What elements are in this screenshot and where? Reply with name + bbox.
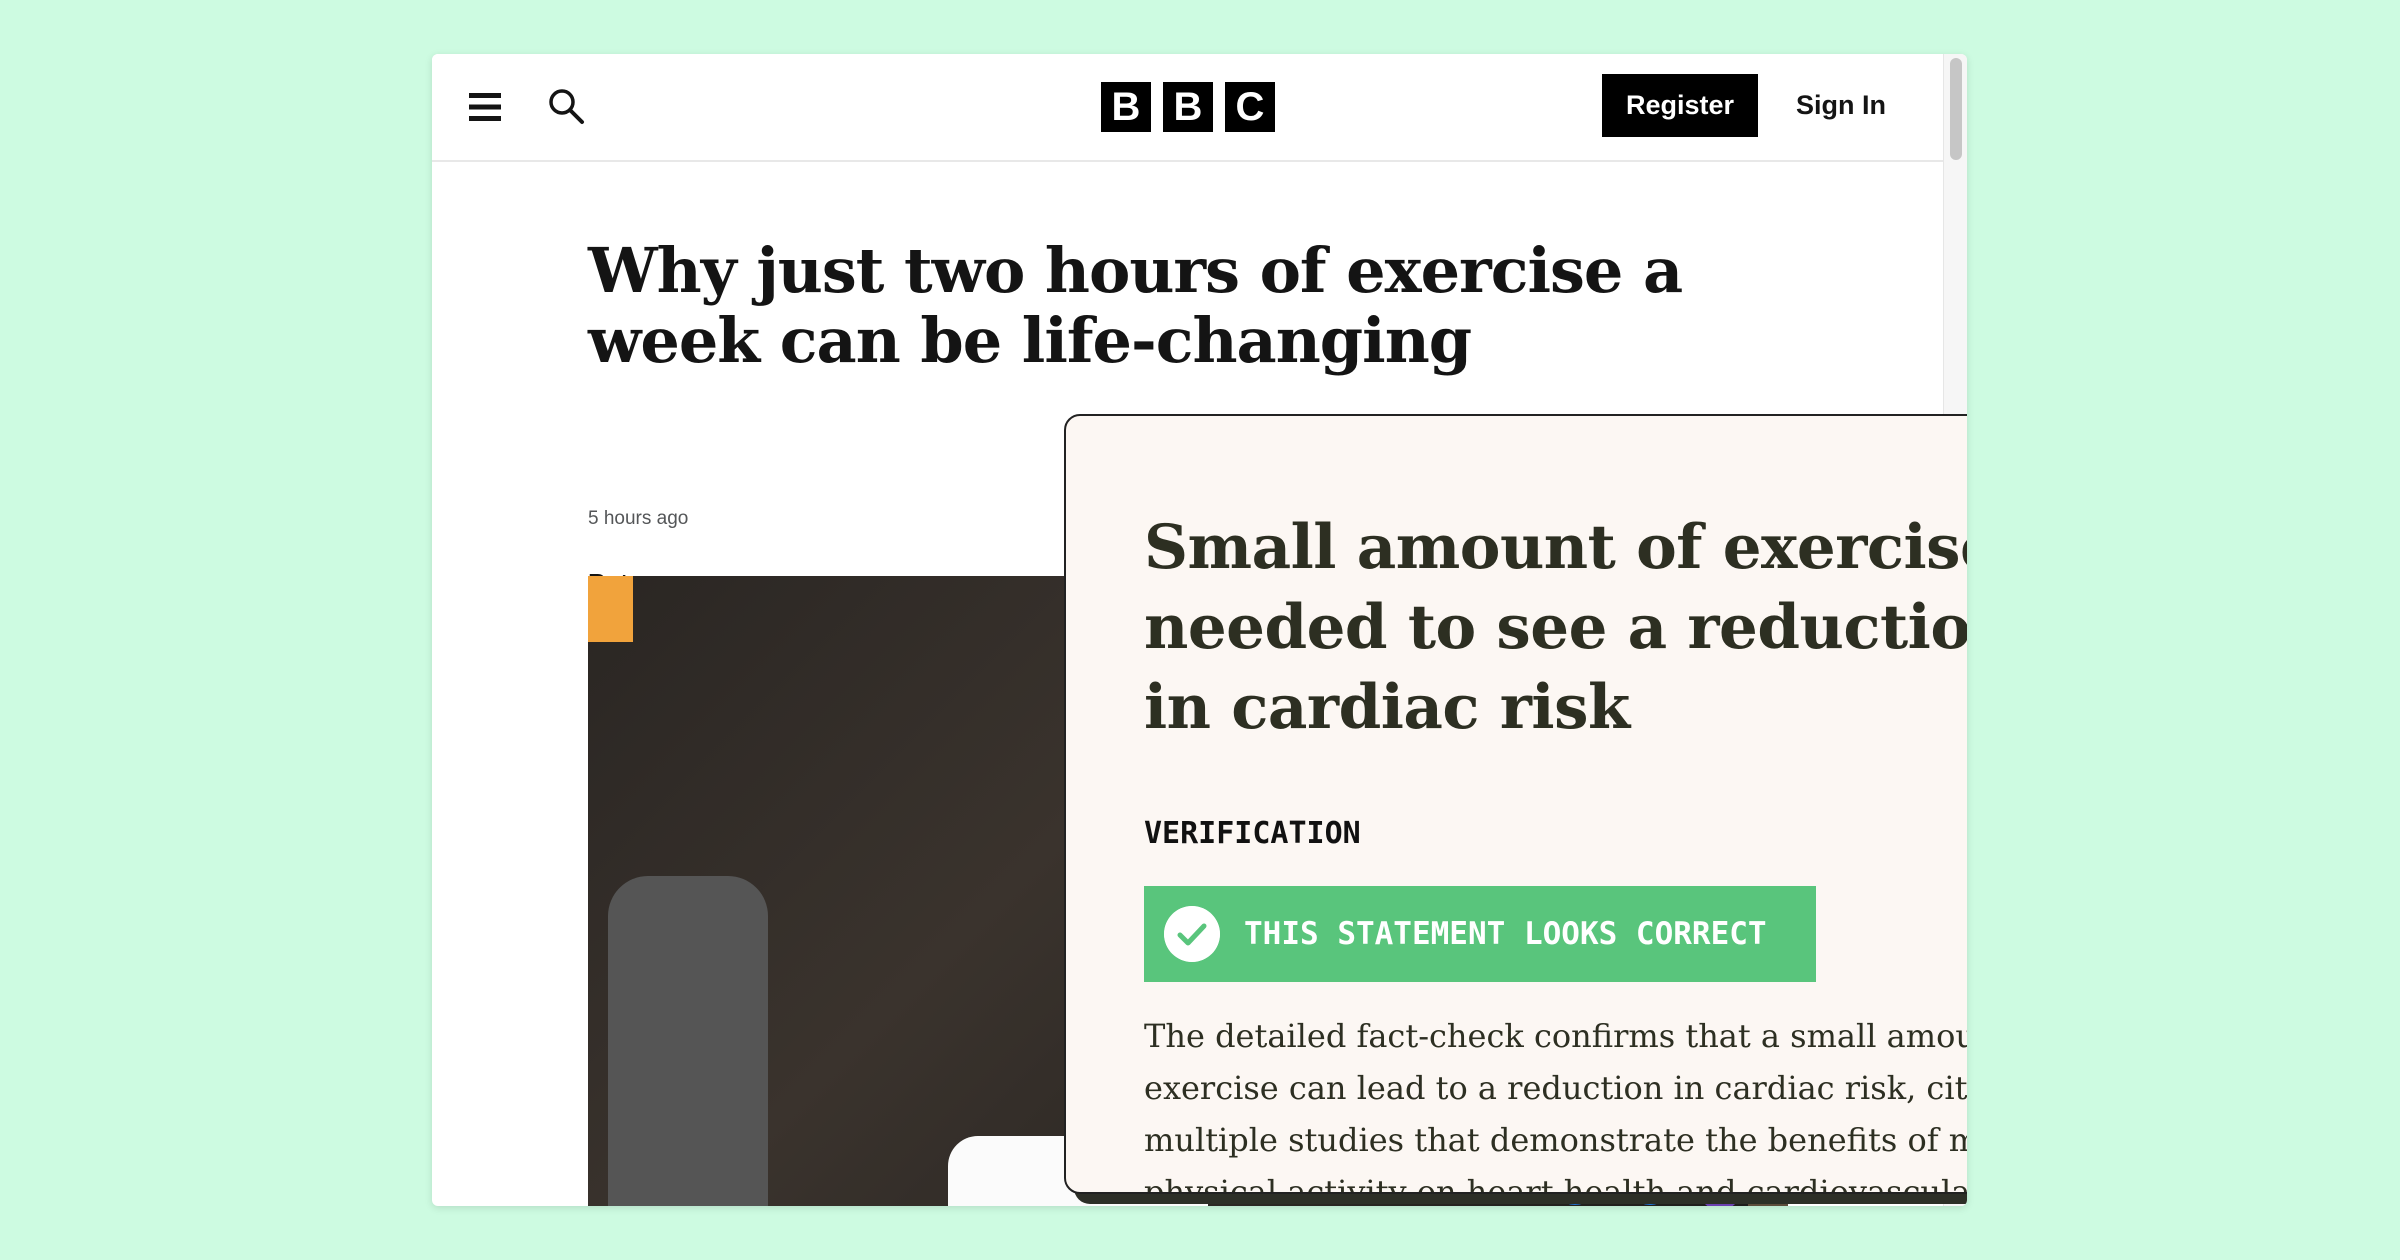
logo-letter: C bbox=[1225, 82, 1275, 132]
check-icon bbox=[1164, 906, 1220, 962]
hero-image-detail bbox=[588, 576, 633, 642]
verdict-text: THIS STATEMENT LOOKS CORRECT bbox=[1244, 916, 1767, 952]
logo-letter: B bbox=[1163, 82, 1213, 132]
verdict-badge: THIS STATEMENT LOOKS CORRECT bbox=[1144, 886, 1816, 982]
fact-check-body: The detailed fact-check confirms that a … bbox=[1144, 1017, 1967, 1194]
site-header: B B C Register Sign In bbox=[432, 54, 1944, 162]
menu-icon[interactable] bbox=[468, 90, 502, 124]
scrollbar-thumb[interactable] bbox=[1950, 58, 1962, 160]
claim-title: Small amount of exercise is needed to se… bbox=[1144, 512, 1967, 743]
hero-image-detail bbox=[608, 876, 768, 1206]
logo-letter: B bbox=[1101, 82, 1151, 132]
article-timestamp: 5 hours ago bbox=[588, 508, 689, 529]
fact-check-popup: Small amount of exercise is needed to se… bbox=[1064, 414, 1967, 1194]
bbc-logo[interactable]: B B C bbox=[1101, 82, 1275, 132]
search-icon[interactable] bbox=[546, 86, 586, 126]
article-title: Why just two hours of exercise a week ca… bbox=[588, 234, 1683, 377]
verification-label: VERIFICATION bbox=[1144, 816, 1361, 851]
register-button[interactable]: Register bbox=[1602, 74, 1758, 137]
sign-in-link[interactable]: Sign In bbox=[1782, 74, 1900, 137]
browser-window: B B C Register Sign In Why just two hour… bbox=[432, 54, 1967, 1206]
